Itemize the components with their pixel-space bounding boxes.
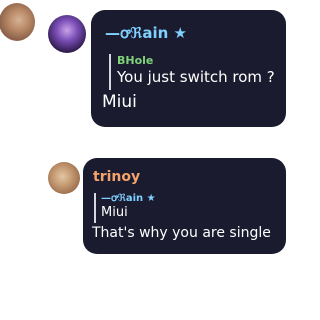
- quoted-text: You just switch rom ?: [117, 68, 275, 86]
- sender-name[interactable]: trinoy: [93, 169, 140, 185]
- message-text: That's why you are single: [92, 225, 271, 241]
- quoted-author: —ꝍℜain ★: [101, 193, 156, 204]
- chat-view: —ꝍℜain ★ BHole You just switch rom ? Miu…: [0, 0, 299, 320]
- sender-name[interactable]: —ꝍℜain ★: [105, 23, 187, 43]
- quoted-text: Miui: [101, 205, 128, 220]
- reply-quote[interactable]: —ꝍℜain ★ Miui: [94, 193, 156, 223]
- avatar[interactable]: [0, 3, 35, 41]
- message-bubble[interactable]: —ꝍℜain ★ BHole You just switch rom ? Miu…: [91, 10, 286, 127]
- message-bubble[interactable]: trinoy —ꝍℜain ★ Miui That's why you are …: [83, 158, 286, 254]
- message-text: Miui: [102, 92, 137, 112]
- avatar-trinoy[interactable]: [48, 162, 80, 194]
- reply-quote[interactable]: BHole You just switch rom ?: [109, 54, 275, 90]
- avatar-rain[interactable]: [48, 15, 86, 53]
- quoted-author: BHole: [117, 54, 154, 67]
